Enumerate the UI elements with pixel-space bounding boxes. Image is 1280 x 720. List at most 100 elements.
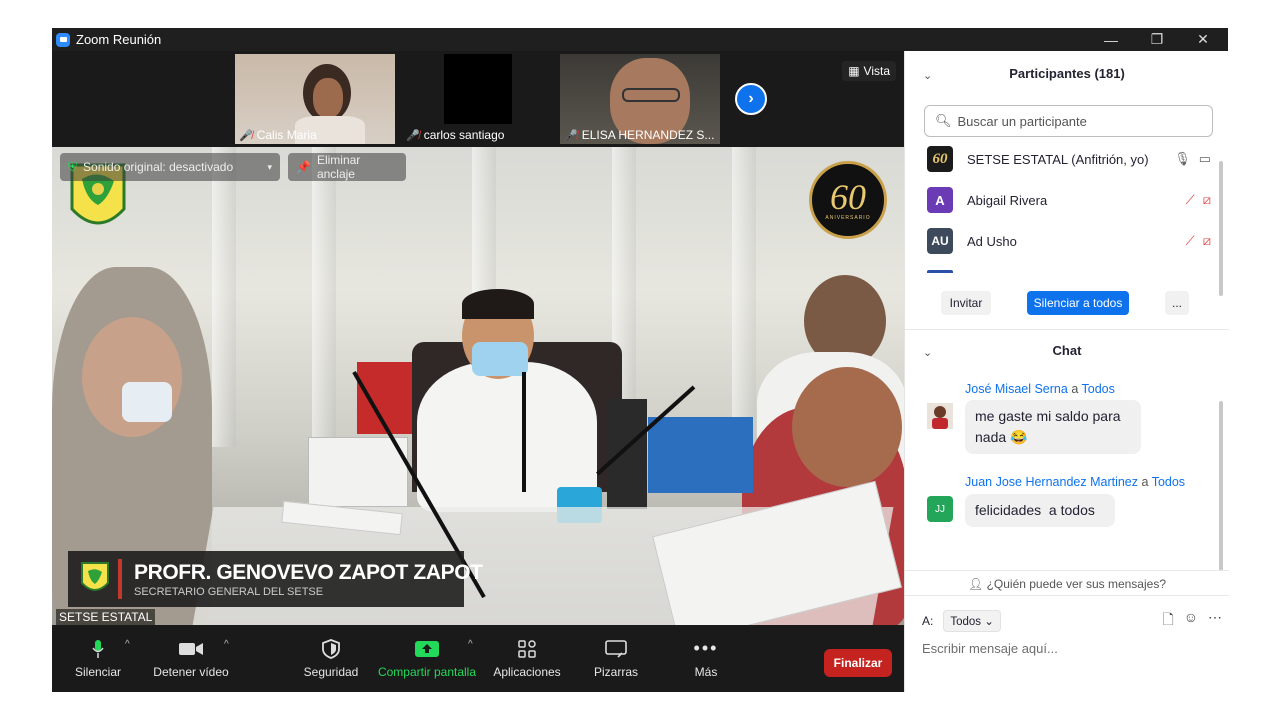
whiteboards-button[interactable]: Pizarras <box>584 625 648 692</box>
mic-muted-icon: 🎤̸ <box>564 129 578 142</box>
file-icon[interactable]: 🗋 <box>1162 609 1173 633</box>
chat-message-input[interactable]: Escribir mensaje aquí... <box>922 641 1212 656</box>
anniversary-sub: ANIVERSARIO <box>825 215 871 221</box>
share-screen-button[interactable]: Compartir pantalla <box>374 625 480 692</box>
who-can-see-link[interactable]: 👤︎ ¿Quién puede ver sus mensajes? <box>905 577 1229 591</box>
apps-label: Aplicaciones <box>493 664 561 679</box>
more-options-icon[interactable]: ⋯ <box>1208 609 1222 633</box>
chat-message-header: José Misael Serna a Todos <box>965 382 1115 396</box>
shield-icon <box>322 638 340 659</box>
microphone-icon[interactable]: 🎙︎ <box>1174 151 1191 167</box>
participant-row[interactable]: 60 SETSE ESTATAL (Anfitrión, yo) 🎙︎ ▭ <box>927 144 1211 174</box>
chat-sender[interactable]: Juan Jose Hernandez Martinez <box>965 475 1138 489</box>
microphone-icon <box>91 639 105 659</box>
tile-name: ELISA HERNANDEZ S... <box>581 128 715 142</box>
window-title: Zoom Reunión <box>76 32 162 47</box>
stop-video-button[interactable]: Detener vídeo <box>148 625 234 692</box>
share-options-caret[interactable]: ^ <box>468 639 473 650</box>
participant-row[interactable]: AU Ad Usho ⟋ ⧄ <box>927 226 1211 256</box>
chat-message-header: Juan Jose Hernandez Martinez a Todos <box>965 475 1186 489</box>
minimize-button[interactable]: — <box>1088 28 1134 51</box>
mic-muted-icon: 🎤̸ <box>239 129 253 142</box>
to-label: A: <box>922 614 934 628</box>
person-lock-icon: 👤︎ <box>967 577 984 591</box>
video-off-icon[interactable]: ⧄ <box>1203 192 1211 208</box>
who-can-see-label: ¿Quién puede ver sus mensajes? <box>986 577 1166 591</box>
grid-icon: ▦ <box>848 64 860 78</box>
close-button[interactable]: ✕ <box>1180 28 1226 51</box>
participant-search-input[interactable]: 🔍︎ Buscar un participante <box>924 105 1213 137</box>
title-bar: Zoom Reunión — ❐ ✕ <box>52 28 1228 51</box>
chat-recipient: Todos <box>1151 475 1186 489</box>
sender-avatar <box>927 403 953 429</box>
speaker-name-label: SETSE ESTATAL <box>56 609 156 625</box>
anniversary-number: 60 <box>830 177 866 217</box>
video-options-caret[interactable]: ^ <box>224 639 229 650</box>
apps-icon <box>518 639 536 659</box>
meeting-toolbar: Silenciar ^ Detener vídeo ^ Seguridad Co… <box>52 625 904 692</box>
unpin-button[interactable]: 📌 Eliminar anclaje <box>288 153 406 181</box>
search-placeholder: Buscar un participante <box>957 113 1087 129</box>
end-meeting-button[interactable]: Finalizar <box>824 649 892 677</box>
audio-options-caret[interactable]: ^ <box>125 639 130 650</box>
presenter-role: SECRETARIO GENERAL DEL SETSE <box>134 586 324 598</box>
mic-muted-icon[interactable]: ⟋ <box>1186 192 1195 208</box>
emoji-icon[interactable]: ☺ <box>1184 609 1198 633</box>
more-button[interactable]: ••• Más <box>678 625 734 692</box>
pin-icon: 📌 <box>296 160 311 174</box>
restore-button[interactable]: ❐ <box>1134 28 1180 51</box>
chevron-down-icon: ▾ <box>267 161 272 172</box>
search-icon: 🔍︎ <box>935 113 952 128</box>
mute-all-button[interactable]: Silenciar a todos <box>1027 291 1129 315</box>
mute-button[interactable]: Silenciar <box>66 625 130 692</box>
sender-avatar: JJ <box>927 496 953 522</box>
video-tile[interactable]: 🎤̸ ELISA HERNANDEZ S... <box>560 54 720 144</box>
security-label: Seguridad <box>303 664 359 679</box>
participant-name: Ad Usho <box>967 233 1017 249</box>
chat-recipient: Todos <box>1081 382 1115 396</box>
thumbnail-strip: 🎤̸ Calis Maria 🎤̸ carlos santiago 🎤̸ ELI… <box>52 51 904 147</box>
original-sound-toggle[interactable]: ⛨ Sonido original: desactivado ▾ <box>60 153 280 181</box>
participant-row[interactable]: A Abigail Rivera ⟋ ⧄ <box>927 185 1211 215</box>
video-tile[interactable]: 🎤̸ carlos santiago <box>402 54 562 144</box>
next-page-button[interactable]: › <box>735 83 767 115</box>
stop-video-label: Detener vídeo <box>153 664 229 679</box>
video-tile[interactable]: 🎤̸ Calis Maria <box>235 54 395 144</box>
video-off-icon[interactable]: ⧄ <box>1203 233 1211 249</box>
tile-name: Calis Maria <box>256 128 317 142</box>
mic-muted-icon[interactable]: ⟋ <box>1186 233 1195 249</box>
share-screen-icon <box>414 639 440 659</box>
share-screen-label: Compartir pantalla <box>377 664 477 679</box>
tile-name: carlos santiago <box>423 128 505 142</box>
recipient-select[interactable]: Todos ⌄ <box>943 610 1001 632</box>
participants-more-button[interactable]: ... <box>1165 291 1189 315</box>
apps-button[interactable]: Aplicaciones <box>490 625 564 692</box>
chat-sender[interactable]: José Misael Serna <box>965 382 1068 396</box>
security-button[interactable]: Seguridad <box>298 625 364 692</box>
meeting-area: 🎤̸ Calis Maria 🎤̸ carlos santiago 🎤̸ ELI… <box>52 51 904 692</box>
video-camera-icon[interactable]: ▭ <box>1199 151 1211 167</box>
anniversary-logo: 60 ANIVERSARIO <box>809 161 887 239</box>
whiteboards-label: Pizarras <box>593 664 638 679</box>
view-label: Vista <box>863 64 890 78</box>
mute-label: Silenciar <box>74 664 122 679</box>
side-panel: ⌄ Participantes (181) 🔍︎ Buscar un parti… <box>904 51 1229 692</box>
avatar: AU <box>927 228 953 254</box>
participant-name: SETSE ESTATAL (Anfitrión, yo) <box>967 151 1149 167</box>
chat-bubble: felicidades a todos <box>965 494 1115 527</box>
mic-muted-icon: 🎤̸ <box>406 129 420 142</box>
unpin-label: Eliminar anclaje <box>316 153 361 181</box>
video-camera-icon <box>178 639 204 659</box>
chat-title: Chat <box>1052 343 1082 358</box>
chat-text-line: nada <box>975 429 1007 445</box>
more-dots-icon: ••• <box>693 638 719 658</box>
zoom-logo-icon <box>56 32 70 47</box>
original-sound-label: Sonido original: desactivado <box>83 160 234 174</box>
invite-button[interactable]: Invitar <box>941 291 991 315</box>
lower-third: PROFR. GENOVEVO ZAPOT ZAPOT SECRETARIO G… <box>68 551 483 607</box>
chat-scrollbar[interactable] <box>1219 401 1223 571</box>
view-button[interactable]: ▦ Vista <box>842 61 896 81</box>
setse-seal-icon <box>80 561 110 597</box>
chevron-right-icon: › <box>748 90 754 107</box>
participants-scrollbar[interactable] <box>1219 161 1223 296</box>
